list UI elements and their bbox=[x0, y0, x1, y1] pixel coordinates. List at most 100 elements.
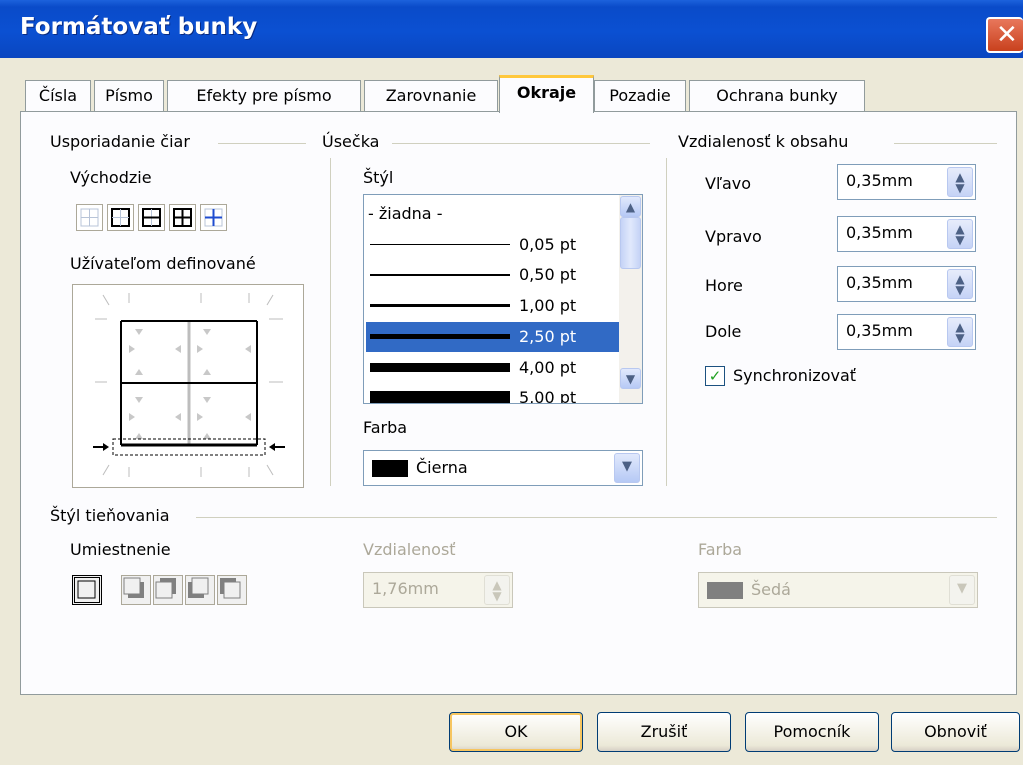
spin-button[interactable]: ▲ ▼ bbox=[947, 269, 973, 299]
arrangement-section-title: Usporiadanie čiar bbox=[50, 132, 190, 151]
line-style-label: 4,00 pt bbox=[519, 358, 577, 377]
format-cells-dialog: Formátovať bunky ✕ Čísla Písmo Efekty pr… bbox=[0, 0, 1023, 765]
section-divider bbox=[218, 143, 306, 144]
shadow-top-left-button[interactable] bbox=[217, 575, 247, 605]
preset-outer-horizontal[interactable] bbox=[138, 204, 165, 231]
shadow-distance-field[interactable]: 1,76mm ▲ ▼ bbox=[363, 572, 513, 608]
reset-button[interactable]: Obnoviť bbox=[891, 712, 1020, 752]
preset-inner[interactable] bbox=[200, 204, 227, 231]
left-label: Vľavo bbox=[705, 174, 752, 193]
shadow-bottom-right-icon bbox=[123, 577, 144, 598]
right-spacing-value: 0,35mm bbox=[846, 223, 913, 242]
spin-button[interactable]: ▲ ▼ bbox=[947, 167, 973, 197]
line-color-value: Čierna bbox=[416, 458, 468, 477]
shadow-top-right-icon bbox=[155, 578, 176, 599]
border-inner-icon bbox=[204, 208, 223, 227]
line-style-label: 2,50 pt bbox=[519, 327, 577, 346]
shadow-bottom-left-icon bbox=[188, 577, 209, 598]
line-style-list[interactable]: - žiadna - 0,05 pt 0,50 pt 1,00 pt 2,50 … bbox=[363, 194, 643, 404]
shadow-color-label: Farba bbox=[698, 540, 743, 559]
border-none-icon bbox=[80, 208, 99, 227]
section-separator bbox=[666, 158, 667, 486]
line-sample bbox=[370, 363, 510, 372]
shadow-top-left-icon bbox=[220, 578, 241, 599]
shadow-none-button[interactable] bbox=[72, 575, 102, 605]
help-button[interactable]: Pomocník bbox=[745, 712, 879, 752]
bottom-spacing-value: 0,35mm bbox=[846, 321, 913, 340]
line-style-item[interactable]: 0,50 pt bbox=[366, 260, 619, 290]
border-preview[interactable] bbox=[72, 284, 304, 488]
line-style-label: - žiadna - bbox=[368, 204, 443, 223]
shadow-bottom-right-button[interactable] bbox=[121, 575, 151, 605]
section-divider bbox=[392, 143, 650, 144]
sync-checkbox[interactable]: ✓ bbox=[705, 366, 725, 386]
bottom-label: Dole bbox=[705, 322, 742, 341]
cancel-button[interactable]: Zrušiť bbox=[597, 712, 731, 752]
scroll-down-button[interactable]: ▼ bbox=[620, 368, 641, 389]
shadow-color-value: Šedá bbox=[751, 580, 791, 599]
right-spacing-field[interactable]: 0,35mm ▲ ▼ bbox=[837, 216, 976, 252]
spin-button[interactable]: ▲ ▼ bbox=[947, 317, 973, 347]
ok-button[interactable]: OK bbox=[449, 712, 583, 752]
section-divider bbox=[894, 143, 997, 144]
left-spacing-value: 0,35mm bbox=[846, 171, 913, 190]
left-spacing-field[interactable]: 0,35mm ▲ ▼ bbox=[837, 164, 976, 200]
line-style-item[interactable]: 5,00 pt bbox=[366, 383, 619, 403]
spin-arrows-icon: ▲ ▼ bbox=[955, 222, 965, 247]
line-style-item[interactable]: - žiadna - bbox=[366, 199, 619, 229]
shadow-bottom-left-button[interactable] bbox=[185, 575, 215, 605]
shadow-none-icon bbox=[77, 580, 96, 599]
color-swatch bbox=[707, 582, 743, 599]
section-separator bbox=[330, 158, 331, 486]
preset-outer[interactable] bbox=[107, 204, 134, 231]
top-spacing-field[interactable]: 0,35mm ▲ ▼ bbox=[837, 266, 976, 302]
line-sample bbox=[370, 334, 510, 339]
button-label: Pomocník bbox=[773, 722, 851, 741]
spin-arrows-icon: ▲ ▼ bbox=[955, 272, 965, 297]
shadow-color-dropdown[interactable]: Šedá ▼ bbox=[698, 572, 978, 608]
spin-button[interactable]: ▲ ▼ bbox=[947, 219, 973, 249]
line-style-item[interactable]: 0,05 pt bbox=[366, 230, 619, 260]
preset-none[interactable] bbox=[76, 204, 103, 231]
spin-arrows-icon: ▲ ▼ bbox=[955, 170, 965, 195]
line-sample bbox=[370, 304, 510, 307]
line-section-title: Úsečka bbox=[322, 132, 380, 151]
sync-label: Synchronizovať bbox=[733, 366, 857, 385]
border-preview-diagram bbox=[93, 293, 285, 477]
color-swatch bbox=[372, 460, 408, 477]
spin-arrows-icon: ▲ ▼ bbox=[492, 578, 502, 603]
chevron-up-icon: ▲ bbox=[625, 200, 636, 214]
scroll-thumb[interactable] bbox=[620, 217, 641, 269]
line-style-label: 0,50 pt bbox=[519, 265, 577, 284]
chevron-down-icon: ▼ bbox=[625, 372, 636, 386]
line-style-item[interactable]: 1,00 pt bbox=[366, 291, 619, 321]
shadow-distance-value: 1,76mm bbox=[372, 579, 439, 598]
line-color-label: Farba bbox=[363, 418, 408, 437]
dropdown-button[interactable]: ▼ bbox=[949, 575, 975, 605]
button-label: OK bbox=[504, 722, 528, 741]
line-style-label: 1,00 pt bbox=[519, 296, 577, 315]
top-spacing-value: 0,35mm bbox=[846, 273, 913, 292]
spacing-section-title: Vzdialenosť k obsahu bbox=[678, 132, 849, 151]
preset-all[interactable] bbox=[169, 204, 196, 231]
shadow-top-right-button[interactable] bbox=[153, 575, 183, 605]
chevron-down-icon: ▼ bbox=[622, 459, 632, 474]
spin-button[interactable]: ▲ ▼ bbox=[484, 575, 510, 605]
style-label: Štýl bbox=[363, 168, 394, 187]
line-style-item[interactable]: 4,00 pt bbox=[366, 353, 619, 383]
line-style-scrollbar[interactable]: ▲ ▼ bbox=[619, 195, 642, 403]
shadow-section-title: Štýl tieňovania bbox=[50, 506, 170, 525]
top-label: Hore bbox=[705, 276, 743, 295]
bottom-spacing-field[interactable]: 0,35mm ▲ ▼ bbox=[837, 314, 976, 350]
position-label: Umiestnenie bbox=[70, 540, 171, 559]
line-color-dropdown[interactable]: Čierna ▼ bbox=[363, 450, 643, 486]
scroll-up-button[interactable]: ▲ bbox=[620, 196, 641, 217]
dropdown-button[interactable]: ▼ bbox=[614, 453, 640, 483]
line-sample bbox=[370, 244, 510, 245]
chevron-down-icon: ▼ bbox=[957, 581, 967, 596]
section-divider bbox=[196, 517, 997, 518]
line-style-item-selected[interactable]: 2,50 pt bbox=[366, 322, 619, 352]
spin-arrows-icon: ▲ ▼ bbox=[955, 320, 965, 345]
user-defined-label: Užívateľom definované bbox=[70, 254, 256, 273]
border-all-icon bbox=[173, 208, 192, 227]
